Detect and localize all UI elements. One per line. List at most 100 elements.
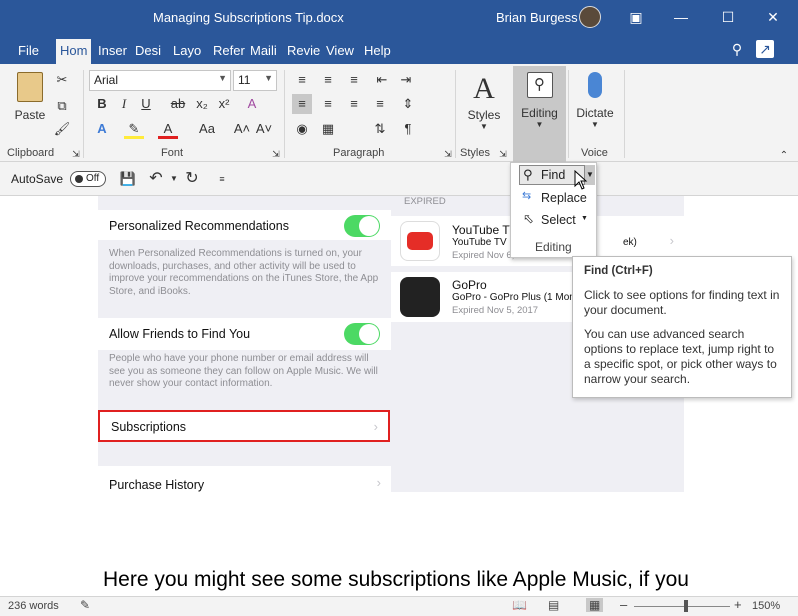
quick-access-toolbar: AutoSave Off 💾 ↶ ▼ ↻ ≡ <box>0 162 798 196</box>
chevron-down-icon: ▼ <box>591 120 599 129</box>
subscript-icon[interactable]: x₂ <box>192 94 212 114</box>
divider <box>568 70 569 158</box>
align-center-icon[interactable]: ≡ <box>318 94 338 114</box>
line-spacing-icon[interactable]: ⇕ <box>398 94 418 114</box>
styles-button[interactable]: A Styles ▼ <box>464 72 504 138</box>
replace-button[interactable]: ⇆ Replace <box>519 189 595 209</box>
shrink-font-icon[interactable]: A˅ <box>254 119 274 139</box>
undo-icon[interactable]: ↶ <box>146 169 166 189</box>
paste-button[interactable]: Paste <box>12 70 48 130</box>
tab-help[interactable]: Help <box>364 43 391 58</box>
tab-file[interactable]: File <box>18 43 39 58</box>
italic-icon[interactable]: I <box>114 94 134 114</box>
underline-icon[interactable]: U <box>136 94 156 114</box>
allow-friends-toggle <box>344 323 380 345</box>
app-plan: YouTube TV <box>452 237 507 248</box>
personalized-recommendations-title: Personalized Recommendations <box>109 219 289 233</box>
undo-dropdown-icon[interactable]: ▼ <box>164 169 184 189</box>
close-icon[interactable]: ✕ <box>764 8 782 26</box>
tab-mailings[interactable]: Maili <box>250 43 277 58</box>
subscriptions-row: Subscriptions › <box>98 410 390 442</box>
group-voice-label: Voice <box>581 147 608 159</box>
print-layout-icon[interactable]: ▤ <box>548 598 559 612</box>
bullets-icon[interactable]: ≡ <box>292 70 312 90</box>
redo-icon[interactable]: ↻ <box>182 169 202 189</box>
tab-design[interactable]: Desi <box>135 43 161 58</box>
zoom-level[interactable]: 150% <box>752 600 780 612</box>
zoom-in-icon[interactable]: + <box>734 597 742 612</box>
align-left-icon[interactable]: ≡ <box>292 94 312 114</box>
read-mode-icon[interactable]: 📖 <box>512 598 527 612</box>
divider <box>83 70 84 158</box>
document-text[interactable]: Here you might see some subscriptions li… <box>103 568 689 592</box>
cut-icon[interactable]: ✂ <box>52 70 72 90</box>
maximize-icon[interactable]: ☐ <box>719 8 737 26</box>
tab-references[interactable]: Refer <box>213 43 245 58</box>
align-right-icon[interactable]: ≡ <box>344 94 364 114</box>
avatar[interactable] <box>579 6 601 28</box>
tab-insert[interactable]: Inser <box>98 43 127 58</box>
document-title: Managing Subscriptions Tip.docx <box>153 10 344 25</box>
strikethrough-icon[interactable]: ab <box>168 94 188 114</box>
justify-icon[interactable]: ≡ <box>370 94 390 114</box>
allow-friends-row: Allow Friends to Find You <box>98 318 391 350</box>
tab-review[interactable]: Revie <box>287 43 320 58</box>
chevron-down-icon: ▼ <box>264 73 273 83</box>
font-size-combo[interactable]: 11 ▼ <box>233 70 277 91</box>
minimize-icon[interactable]: — <box>672 8 690 26</box>
divider <box>455 70 456 158</box>
font-color-icon[interactable]: A <box>158 119 178 139</box>
word-count[interactable]: 236 words <box>8 600 59 612</box>
show-formatting-icon[interactable]: ¶ <box>398 119 418 139</box>
grow-font-icon[interactable]: A˄ <box>232 119 252 139</box>
share-icon[interactable]: ↗ <box>756 40 774 58</box>
zoom-slider[interactable] <box>634 606 730 607</box>
styles-launcher-icon[interactable]: ⇲ <box>493 144 513 164</box>
personalized-description: When Personalized Recommendations is tur… <box>109 248 379 297</box>
tab-layout[interactable]: Layo <box>173 43 201 58</box>
bold-icon[interactable]: B <box>92 94 112 114</box>
save-icon[interactable]: 💾 <box>118 169 138 189</box>
copy-icon[interactable]: ⧉ <box>52 96 72 116</box>
change-case-icon[interactable]: Aa <box>194 119 220 139</box>
divider <box>284 70 285 158</box>
select-button[interactable]: ⬁ Select ▼ <box>519 211 595 231</box>
chevron-right-icon: › <box>669 233 674 248</box>
lightbulb-icon[interactable]: ⚲ <box>728 40 746 58</box>
user-name[interactable]: Brian Burgess <box>496 10 578 25</box>
increase-indent-icon[interactable]: ⇥ <box>396 70 416 90</box>
mouse-cursor-icon <box>574 170 588 190</box>
personalized-recommendations-row: Personalized Recommendations <box>98 210 391 240</box>
gopro-icon <box>400 277 440 317</box>
title-bar: Managing Subscriptions Tip.docx Brian Bu… <box>0 0 798 36</box>
autosave-toggle[interactable]: Off <box>70 171 106 187</box>
borders-icon[interactable]: ▦ <box>318 119 338 139</box>
sort-icon[interactable]: ⇅ <box>370 119 390 139</box>
highlight-icon[interactable]: ✎ <box>124 119 144 139</box>
zoom-slider-handle[interactable] <box>684 600 688 612</box>
web-layout-icon[interactable]: ▦ <box>586 598 604 612</box>
shading-icon[interactable]: ◉ <box>292 119 312 139</box>
allow-friends-description: People who have your phone number or ema… <box>109 353 378 389</box>
format-painter-icon[interactable]: 🖌 <box>52 119 72 139</box>
group-font-label: Font <box>161 147 184 159</box>
customize-toolbar-icon[interactable]: ≡ <box>212 169 232 189</box>
editing-button[interactable]: ⚲ Editing ▼ <box>513 66 566 162</box>
font-launcher-icon[interactable]: ⇲ <box>266 144 286 164</box>
divider <box>624 70 625 158</box>
ribbon-display-options-icon[interactable]: ▣ <box>627 8 645 26</box>
dictate-button[interactable]: Dictate ▼ <box>573 72 617 138</box>
numbering-icon[interactable]: ≡ <box>318 70 338 90</box>
font-name-combo[interactable]: Arial ▼ <box>89 70 231 91</box>
text-effects-icon[interactable]: A <box>92 119 112 139</box>
clear-formatting-icon[interactable]: A <box>242 94 262 114</box>
multilevel-list-icon[interactable]: ≡ <box>344 70 364 90</box>
tooltip-line2: You can use advanced search options to r… <box>584 327 777 386</box>
ribbon: Paste ✂ ⧉ 🖌 Clipboard ⇲ Arial ▼ 11 ▼ B I… <box>0 64 798 162</box>
proofing-icon[interactable]: ✎ <box>80 598 90 612</box>
tab-home[interactable]: Hom <box>56 39 92 64</box>
superscript-icon[interactable]: x² <box>214 94 234 114</box>
zoom-out-icon[interactable]: – <box>620 597 627 612</box>
decrease-indent-icon[interactable]: ⇤ <box>372 70 392 90</box>
tab-view[interactable]: View <box>326 43 354 58</box>
